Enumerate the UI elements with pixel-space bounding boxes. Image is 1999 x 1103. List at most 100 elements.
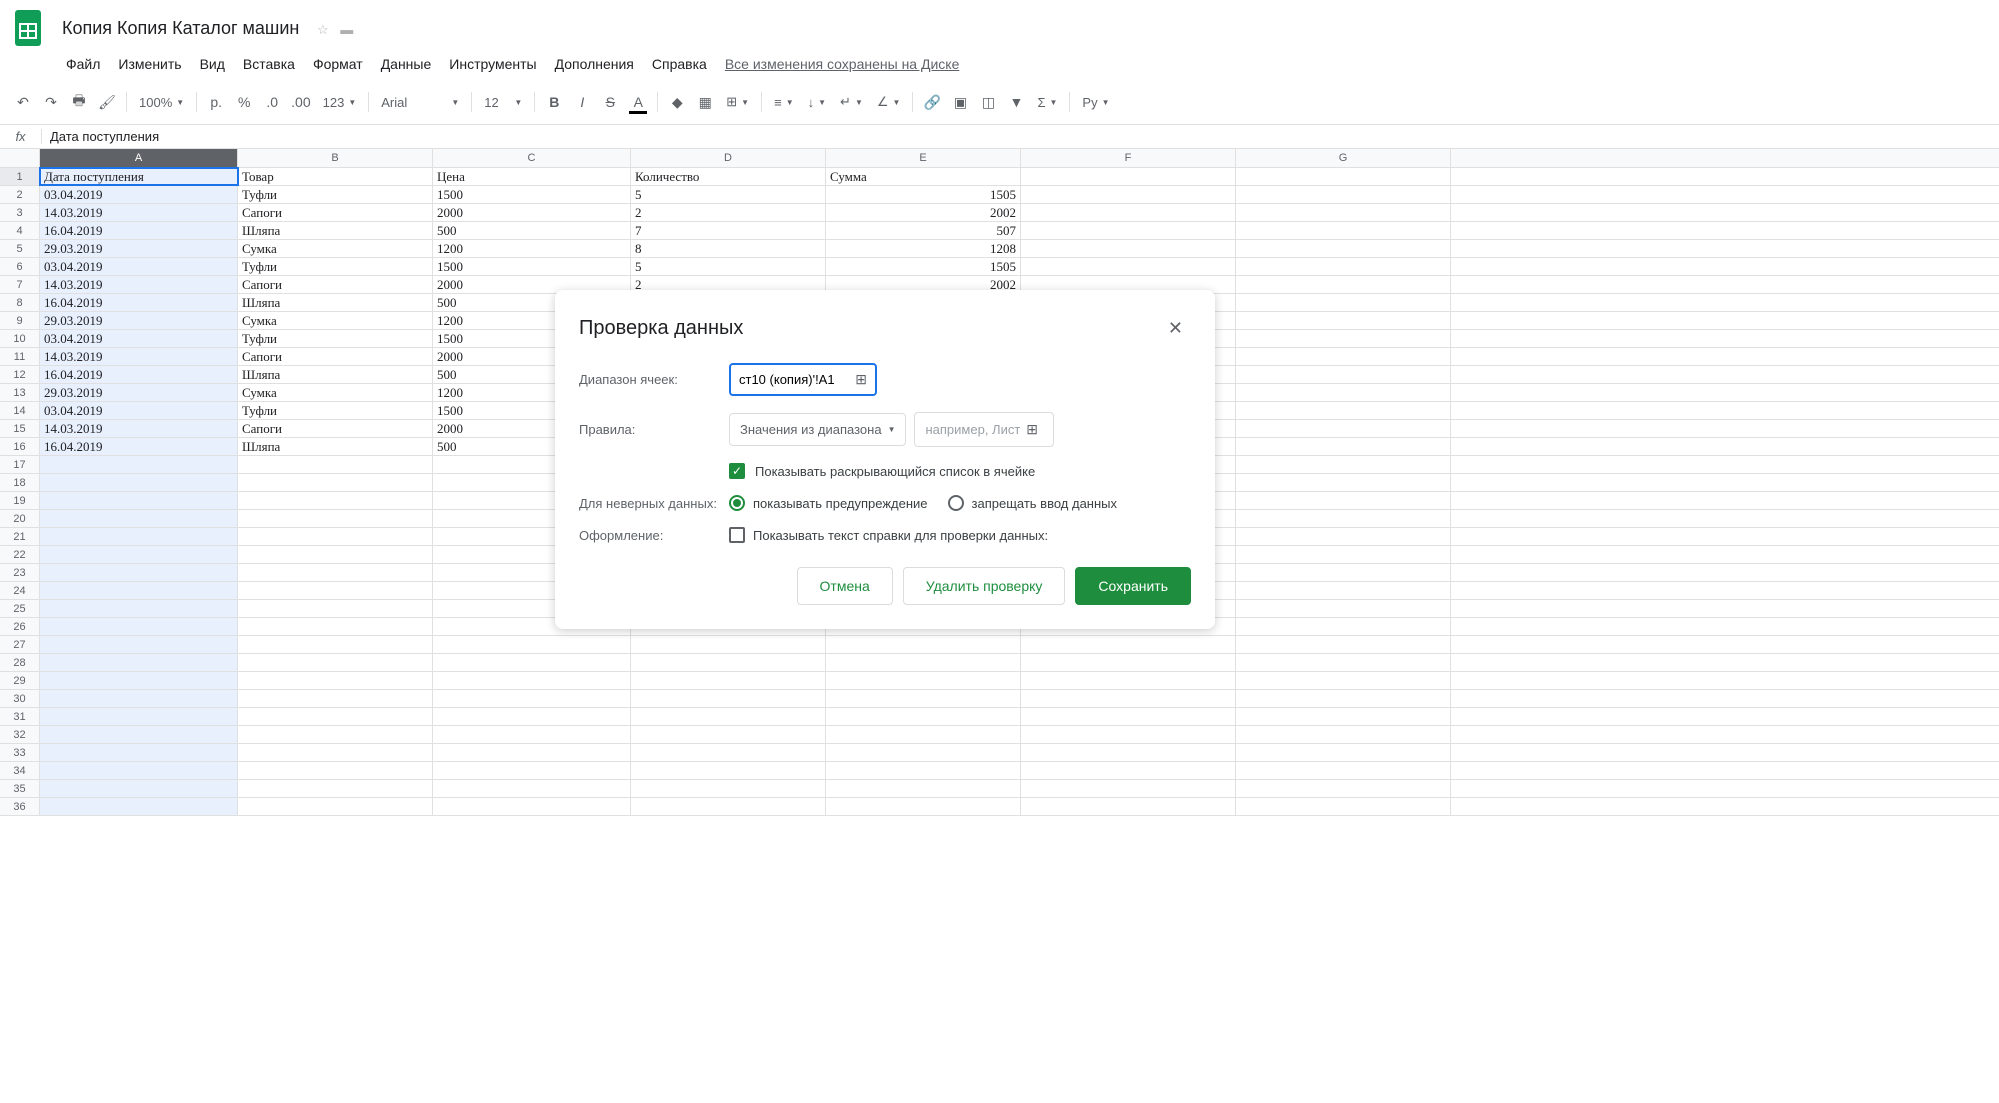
- cell[interactable]: [238, 726, 433, 743]
- cell[interactable]: [1236, 780, 1451, 797]
- zoom-dropdown[interactable]: 100%▼: [133, 91, 190, 114]
- cell[interactable]: [40, 780, 238, 797]
- cell[interactable]: [40, 564, 238, 581]
- cell[interactable]: [631, 690, 826, 707]
- currency-icon[interactable]: р.: [203, 88, 229, 116]
- row-header[interactable]: 34: [0, 762, 40, 779]
- cell[interactable]: [1021, 798, 1236, 815]
- cell[interactable]: [1236, 258, 1451, 275]
- cell[interactable]: [238, 510, 433, 527]
- fx-label[interactable]: fx: [0, 129, 42, 144]
- chart-icon[interactable]: ◫: [975, 88, 1001, 117]
- cell[interactable]: Шляпа: [238, 294, 433, 311]
- cell[interactable]: [40, 708, 238, 725]
- grid-select-icon[interactable]: ⊞: [855, 371, 867, 388]
- col-header-c[interactable]: C: [433, 149, 631, 167]
- sheets-logo[interactable]: [8, 8, 48, 48]
- cell[interactable]: [826, 780, 1021, 797]
- cell[interactable]: [238, 564, 433, 581]
- cell[interactable]: [238, 780, 433, 797]
- cell[interactable]: 16.04.2019: [40, 438, 238, 455]
- bold-icon[interactable]: B: [541, 88, 567, 116]
- cell[interactable]: Сапоги: [238, 204, 433, 221]
- cell[interactable]: 14.03.2019: [40, 276, 238, 293]
- cell[interactable]: Туфли: [238, 402, 433, 419]
- cell[interactable]: [40, 510, 238, 527]
- cell[interactable]: Сапоги: [238, 420, 433, 437]
- cell[interactable]: [1236, 240, 1451, 257]
- radio-show-warning[interactable]: [729, 495, 745, 511]
- cell[interactable]: [1236, 690, 1451, 707]
- cell[interactable]: [1236, 546, 1451, 563]
- row-header[interactable]: 18: [0, 474, 40, 491]
- row-header[interactable]: 11: [0, 348, 40, 365]
- row-header[interactable]: 15: [0, 420, 40, 437]
- cell[interactable]: 1208: [826, 240, 1021, 257]
- cell[interactable]: [1021, 186, 1236, 203]
- cell[interactable]: [1236, 438, 1451, 455]
- cell[interactable]: Сумма: [826, 168, 1021, 185]
- functions-dropdown[interactable]: Σ▼: [1031, 91, 1063, 114]
- cell[interactable]: 507: [826, 222, 1021, 239]
- row-header[interactable]: 20: [0, 510, 40, 527]
- row-header[interactable]: 22: [0, 546, 40, 563]
- cell[interactable]: Шляпа: [238, 222, 433, 239]
- col-header-a[interactable]: A: [40, 149, 238, 167]
- cell[interactable]: [1236, 330, 1451, 347]
- cell[interactable]: [1236, 402, 1451, 419]
- number-format-dropdown[interactable]: 123▼: [317, 91, 363, 114]
- range-input-box[interactable]: ⊞: [729, 363, 877, 396]
- cell[interactable]: Цена: [433, 168, 631, 185]
- cell[interactable]: 1500: [433, 186, 631, 203]
- col-header-e[interactable]: E: [826, 149, 1021, 167]
- cell[interactable]: [1236, 384, 1451, 401]
- cell[interactable]: [826, 654, 1021, 671]
- menu-data[interactable]: Данные: [373, 52, 440, 76]
- cell[interactable]: Товар: [238, 168, 433, 185]
- col-header-g[interactable]: G: [1236, 149, 1451, 167]
- cell[interactable]: [631, 780, 826, 797]
- cell[interactable]: [238, 654, 433, 671]
- cell[interactable]: Количество: [631, 168, 826, 185]
- cell[interactable]: 1505: [826, 186, 1021, 203]
- font-dropdown[interactable]: Arial▼: [375, 91, 465, 114]
- menu-format[interactable]: Формат: [305, 52, 371, 76]
- col-header-d[interactable]: D: [631, 149, 826, 167]
- cell[interactable]: [433, 726, 631, 743]
- cell[interactable]: [40, 726, 238, 743]
- menu-help[interactable]: Справка: [644, 52, 715, 76]
- v-align-dropdown[interactable]: ↓▼: [802, 91, 832, 114]
- row-header[interactable]: 5: [0, 240, 40, 257]
- cell[interactable]: 5: [631, 258, 826, 275]
- row-header[interactable]: 27: [0, 636, 40, 653]
- cell[interactable]: [1236, 348, 1451, 365]
- cell[interactable]: 16.04.2019: [40, 366, 238, 383]
- menu-edit[interactable]: Изменить: [110, 52, 189, 76]
- cell[interactable]: Сапоги: [238, 348, 433, 365]
- row-header[interactable]: 25: [0, 600, 40, 617]
- cell[interactable]: [238, 474, 433, 491]
- cell[interactable]: [238, 492, 433, 509]
- increase-decimal-icon[interactable]: .00: [287, 88, 314, 116]
- cell[interactable]: [1021, 636, 1236, 653]
- cell[interactable]: [1236, 654, 1451, 671]
- cell[interactable]: 03.04.2019: [40, 402, 238, 419]
- cell[interactable]: [1236, 420, 1451, 437]
- cell[interactable]: [1021, 672, 1236, 689]
- cell[interactable]: [826, 726, 1021, 743]
- link-icon[interactable]: 🔗: [919, 88, 945, 117]
- font-size-dropdown[interactable]: 12▼: [478, 91, 528, 114]
- cell[interactable]: [433, 708, 631, 725]
- cell[interactable]: [1021, 690, 1236, 707]
- percent-icon[interactable]: %: [231, 88, 257, 116]
- radio-reject-input[interactable]: [948, 495, 964, 511]
- cell[interactable]: [238, 456, 433, 473]
- cell[interactable]: [631, 762, 826, 779]
- cell[interactable]: [433, 744, 631, 761]
- cell[interactable]: [40, 762, 238, 779]
- cell[interactable]: [1236, 600, 1451, 617]
- cell[interactable]: [631, 798, 826, 815]
- cell[interactable]: [1021, 222, 1236, 239]
- cell[interactable]: [631, 672, 826, 689]
- filter-icon[interactable]: ▼: [1003, 88, 1029, 116]
